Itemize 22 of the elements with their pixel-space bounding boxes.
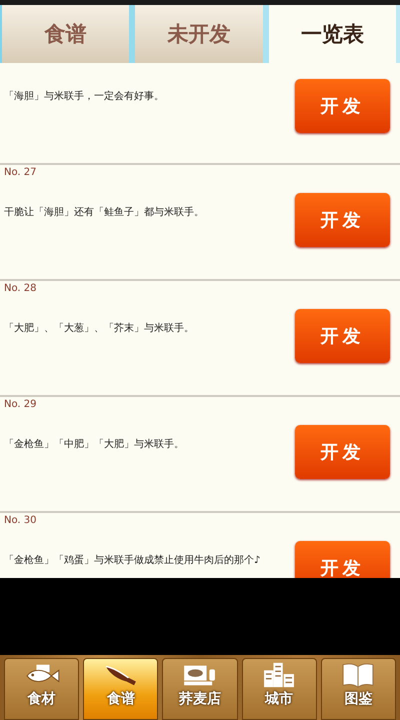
tab[interactable]: 食谱 [2,5,130,63]
develop-button[interactable]: 开发 [295,541,390,578]
develop-button[interactable]: 开发 [295,79,390,133]
nav-button[interactable]: 食材 [4,658,80,720]
develop-button[interactable]: 开发 [295,193,390,247]
entry-description: 「大肥」、「大葱」、「芥末」与米联手。 [4,322,194,335]
entry-description: 「金枪鱼」「中肥」「大肥」与米联手。 [4,438,184,451]
entry-number: No. 30 [4,514,38,527]
nav-button[interactable]: 食谱 [83,658,158,720]
develop-button[interactable]: 开发 [295,309,390,363]
nav-button[interactable]: 城市 [242,658,317,720]
entry-description: 「金枪鱼」「鸡蛋」与米联手做成禁止使用牛肉后的那个♪ [4,554,260,567]
develop-button[interactable]: 开发 [295,425,390,479]
entry-description: 「海胆」与米联手，一定会有好事。 [4,90,164,103]
tab[interactable]: 一览表 [268,5,396,63]
entry-description: 干脆让「海胆」还有「鲑鱼子」都与米联手。 [4,206,204,219]
nav-button[interactable]: 荞麦店 [162,658,238,720]
nav-button[interactable]: 图鉴 [320,658,396,720]
tab[interactable]: 未开发 [135,5,263,63]
entry-number: No. 27 [4,166,38,179]
entry-number: No. 28 [4,282,38,295]
entry-number: No. 29 [4,398,38,411]
